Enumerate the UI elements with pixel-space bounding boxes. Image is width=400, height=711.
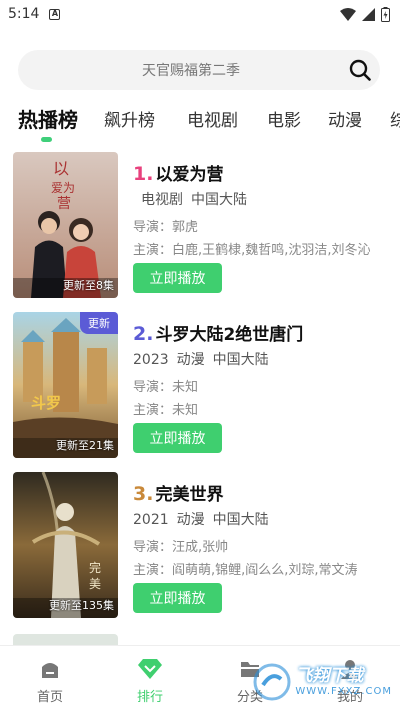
svg-text:斗罗: 斗罗 [31,394,61,412]
episode-count: 更新至21集 [56,439,114,452]
rank-diamond-icon [138,659,162,679]
poster-image[interactable]: 斗罗 更新 更新至21集 [13,312,118,458]
item-meta: 2021 动漫 中国大陆 [133,509,277,529]
cast: 主演：阎萌萌,锦鲤,阎么么,刘琮,常文涛 [133,563,358,578]
title-text: 斗罗大陆2绝世唐门 [155,325,304,345]
region: 中国大陆 [212,512,269,528]
cast: 主演：未知 [133,403,199,418]
item-meta: 电视剧 中国大陆 [133,189,255,209]
rank-number: 1. [133,163,154,185]
home-icon [42,663,58,678]
notification-a-icon: A [49,8,61,20]
wifi-icon [340,7,356,21]
rank-tabs: 热播榜 飙升榜 电视剧 电影 动漫 综 [0,100,400,144]
episode-count: 更新至135集 [49,599,114,612]
list-item[interactable]: 完 美 更新至135集 3. 完美世界 2021 动漫 中国大陆 导演：汪成,张帅 主… [0,472,400,620]
tab-anime[interactable]: 动漫 [328,106,362,131]
update-badge: 更新 [80,312,118,334]
genre: 动漫 [176,352,205,368]
year: 2021 [133,512,169,528]
item-title: 2. 斗罗大陆2绝世唐门 [133,320,303,345]
nav-home-label: 首页 [36,690,63,705]
tab-rising[interactable]: 飙升榜 [104,106,155,131]
director: 导演：未知 [133,380,199,395]
status-bar: 5:14 A [0,0,400,28]
tab-tv[interactable]: 电视剧 [187,106,238,131]
poster-image[interactable]: 完 美 更新至135集 [13,472,118,618]
svg-text:爱为: 爱为 [51,181,75,195]
nav-home[interactable]: 首页 [0,646,100,711]
tab-variety[interactable]: 综 [390,106,400,131]
list-item[interactable]: 斗罗 更新 更新至21集 2. 斗罗大陆2绝世唐门 2023 动漫 中国大陆 导演：未… [0,312,400,460]
search-bar[interactable]: 天官赐福第二季 [18,50,380,90]
rank-number: 2. [133,323,154,345]
battery-icon [381,6,390,22]
search-button[interactable] [340,50,380,90]
play-button[interactable]: 立即播放 [133,263,222,293]
svg-text:以: 以 [53,159,69,178]
director: 导演：汪成,张帅 [133,540,229,555]
search-input[interactable]: 天官赐福第二季 [18,60,340,80]
item-meta: 2023 动漫 中国大陆 [133,349,277,369]
nav-rank[interactable]: 排行 [100,646,200,711]
title-text: 以爱为营 [155,165,224,185]
poster-image[interactable]: 以 爱为 营 更新至8集 [13,152,118,298]
nav-rank-label: 排行 [136,690,163,705]
signal-icon [362,7,375,21]
genre: 电视剧 [141,192,183,208]
watermark-logo: 飞翔下载 WWW.FXXZ.COM [253,663,392,701]
rank-number: 3. [133,483,154,505]
tab-indicator [41,137,52,142]
title-text: 完美世界 [155,485,224,505]
tab-movie[interactable]: 电影 [267,106,301,131]
item-title: 3. 完美世界 [133,480,223,505]
genre: 动漫 [176,512,205,528]
director: 导演：郭虎 [133,220,199,235]
svg-text:美: 美 [89,577,101,591]
cast: 主演：白鹿,王鹤棣,魏哲鸣,沈羽洁,刘冬沁 [133,243,371,258]
region: 中国大陆 [212,352,269,368]
svg-text:完: 完 [89,560,101,575]
play-button[interactable]: 立即播放 [133,423,222,453]
logo-mark-icon [253,663,291,701]
tab-hot[interactable]: 热播榜 [18,104,78,133]
list-item[interactable]: 以 爱为 营 更新至8集 1. 以爱为营 电视剧 中国大陆 导演：郭虎 主演：白鹿,… [0,152,400,300]
search-icon [349,59,371,81]
region: 中国大陆 [191,192,247,208]
play-button[interactable]: 立即播放 [133,583,222,613]
episode-count: 更新至8集 [63,279,114,292]
status-time: 5:14 [8,6,40,22]
svg-text:营: 营 [57,196,71,212]
year: 2023 [133,352,169,368]
item-title: 1. 以爱为营 [133,160,223,185]
